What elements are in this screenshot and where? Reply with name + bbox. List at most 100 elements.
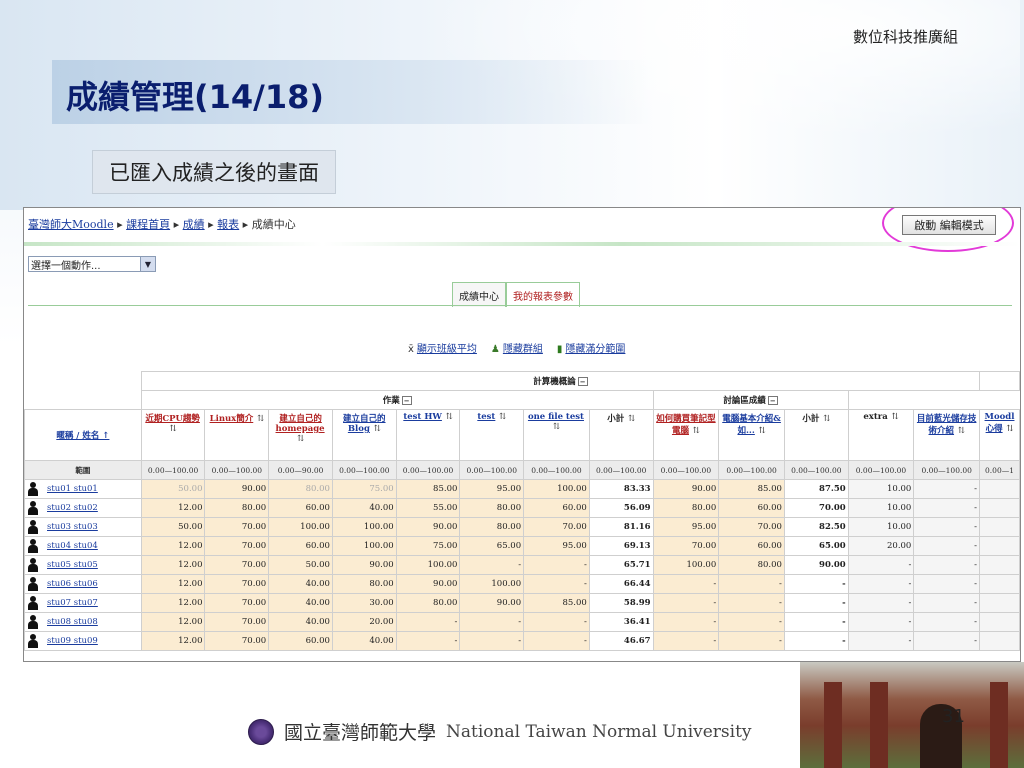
- sort-icon[interactable]: ⇅: [820, 414, 830, 424]
- user-avatar-icon[interactable]: [27, 482, 39, 496]
- grade-cell[interactable]: 60.00: [718, 536, 785, 556]
- student-name-link[interactable]: stu01 stu01: [47, 484, 98, 494]
- grade-cell[interactable]: 69.13: [588, 536, 654, 556]
- sort-icon[interactable]: ⇅: [625, 414, 635, 424]
- grade-cell[interactable]: 60.00: [268, 631, 333, 651]
- user-avatar-icon[interactable]: [27, 501, 39, 515]
- grade-cell[interactable]: 20.00: [847, 536, 915, 556]
- sort-icon[interactable]: ⇅: [297, 434, 304, 444]
- grade-cell[interactable]: 80.00: [331, 574, 397, 594]
- grade-cell[interactable]: -: [847, 631, 915, 651]
- toggle-groups[interactable]: ♟ 隱藏群組: [491, 340, 543, 355]
- grade-cell[interactable]: 80.00: [459, 517, 525, 537]
- toggle-ranges[interactable]: ▮ 隱藏滿分範圍: [557, 340, 626, 355]
- grade-cell[interactable]: -: [783, 612, 849, 632]
- grade-cell[interactable]: -: [652, 593, 720, 613]
- grade-cell[interactable]: 40.00: [268, 612, 333, 632]
- grade-cell[interactable]: -: [652, 612, 720, 632]
- grade-cell[interactable]: 95.00: [523, 536, 590, 556]
- grade-cell[interactable]: -: [523, 631, 590, 651]
- grade-cell[interactable]: -: [523, 574, 590, 594]
- sort-icon[interactable]: ⇅: [496, 412, 506, 422]
- grade-cell[interactable]: 90.00: [395, 574, 461, 594]
- grade-cell[interactable]: -: [913, 593, 981, 613]
- grade-cell[interactable]: 90.00: [652, 479, 720, 499]
- grade-cell[interactable]: 100.00: [459, 574, 525, 594]
- grade-cell[interactable]: 90.00: [395, 517, 461, 537]
- grade-cell[interactable]: 40.00: [331, 498, 397, 518]
- user-avatar-icon[interactable]: [27, 615, 39, 629]
- grade-cell[interactable]: -: [783, 574, 849, 594]
- grade-cell[interactable]: 95.00: [652, 517, 720, 537]
- action-select[interactable]: 選擇一個動作... ▼: [28, 256, 156, 272]
- user-avatar-icon[interactable]: [27, 577, 39, 591]
- grade-cell[interactable]: 100.00: [652, 555, 720, 575]
- breadcrumb-grades[interactable]: 成績: [183, 218, 205, 231]
- grade-cell[interactable]: 12.00: [140, 555, 206, 575]
- student-name-link[interactable]: stu03 stu03: [47, 522, 98, 532]
- grade-cell[interactable]: 12.00: [140, 612, 206, 632]
- grade-cell[interactable]: 20.00: [331, 612, 397, 632]
- sort-icon[interactable]: ⇅: [443, 412, 453, 422]
- toggle-averages[interactable]: x̄ 顯示班級平均: [408, 340, 477, 355]
- chevron-down-icon[interactable]: ▼: [140, 257, 155, 271]
- sort-icon[interactable]: ⇅: [254, 414, 264, 424]
- grade-cell[interactable]: 80.00: [652, 498, 720, 518]
- grade-cell[interactable]: [979, 536, 1020, 556]
- grade-cell[interactable]: 46.67: [588, 631, 654, 651]
- grade-cell[interactable]: [979, 612, 1020, 632]
- grade-cell[interactable]: -: [913, 631, 981, 651]
- user-avatar-icon[interactable]: [27, 634, 39, 648]
- grade-cell[interactable]: -: [847, 612, 915, 632]
- grade-cell[interactable]: -: [847, 574, 915, 594]
- user-avatar-icon[interactable]: [27, 596, 39, 610]
- grade-cell[interactable]: 90.00: [783, 555, 849, 575]
- grade-cell[interactable]: -: [718, 574, 785, 594]
- grade-cell[interactable]: 40.00: [331, 631, 397, 651]
- user-avatar-icon[interactable]: [27, 558, 39, 572]
- user-avatar-icon[interactable]: [27, 520, 39, 534]
- collapse-icon[interactable]: −: [401, 396, 412, 405]
- grade-cell[interactable]: [979, 498, 1020, 518]
- grade-cell[interactable]: 100.00: [523, 479, 590, 499]
- grade-cell[interactable]: 12.00: [140, 536, 206, 556]
- grade-cell[interactable]: 80.00: [459, 498, 525, 518]
- grade-cell[interactable]: 70.00: [204, 536, 270, 556]
- sort-icon[interactable]: ⇅: [690, 426, 700, 436]
- grade-cell[interactable]: -: [847, 555, 915, 575]
- grade-cell[interactable]: -: [913, 536, 981, 556]
- grade-cell[interactable]: -: [913, 498, 981, 518]
- grade-cell[interactable]: -: [718, 593, 785, 613]
- grade-cell[interactable]: 70.00: [718, 517, 785, 537]
- breadcrumb-site[interactable]: 臺灣師大Moodle: [28, 218, 114, 231]
- sort-icon[interactable]: ⇅: [955, 426, 965, 436]
- sort-icon[interactable]: ⇅: [1004, 424, 1013, 434]
- grade-cell[interactable]: [979, 593, 1020, 613]
- grade-item-header[interactable]: 如何購買筆記型電腦: [656, 414, 716, 436]
- grade-cell[interactable]: [979, 631, 1020, 651]
- grade-cell[interactable]: -: [523, 612, 590, 632]
- grade-cell[interactable]: -: [459, 555, 525, 575]
- grade-cell[interactable]: -: [847, 593, 915, 613]
- grade-cell[interactable]: -: [459, 612, 525, 632]
- grade-cell[interactable]: 70.00: [204, 612, 270, 632]
- grade-cell[interactable]: 90.00: [459, 593, 525, 613]
- grade-item-header[interactable]: 電腦基本介紹&如...: [722, 414, 781, 436]
- grade-cell[interactable]: -: [718, 612, 785, 632]
- student-name-link[interactable]: stu07 stu07: [47, 598, 98, 608]
- grade-cell[interactable]: 90.00: [204, 479, 270, 499]
- grade-cell[interactable]: 12.00: [140, 593, 206, 613]
- toggle-groups-link[interactable]: 隱藏群組: [503, 344, 543, 355]
- grade-cell[interactable]: 40.00: [268, 574, 333, 594]
- grade-cell[interactable]: -: [652, 631, 720, 651]
- grade-cell[interactable]: -: [913, 479, 981, 499]
- sort-icon[interactable]: ⇅: [371, 424, 381, 434]
- grade-cell[interactable]: 65.00: [783, 536, 849, 556]
- sort-icon[interactable]: ⇅: [756, 426, 766, 436]
- sort-icon[interactable]: ⇅: [553, 422, 560, 432]
- grade-cell[interactable]: 12.00: [140, 498, 206, 518]
- grade-cell[interactable]: 75.00: [331, 479, 397, 499]
- grade-item-header[interactable]: Linux簡介: [210, 414, 254, 424]
- grade-cell[interactable]: 80.00: [718, 555, 785, 575]
- grade-cell[interactable]: 50.00: [140, 517, 206, 537]
